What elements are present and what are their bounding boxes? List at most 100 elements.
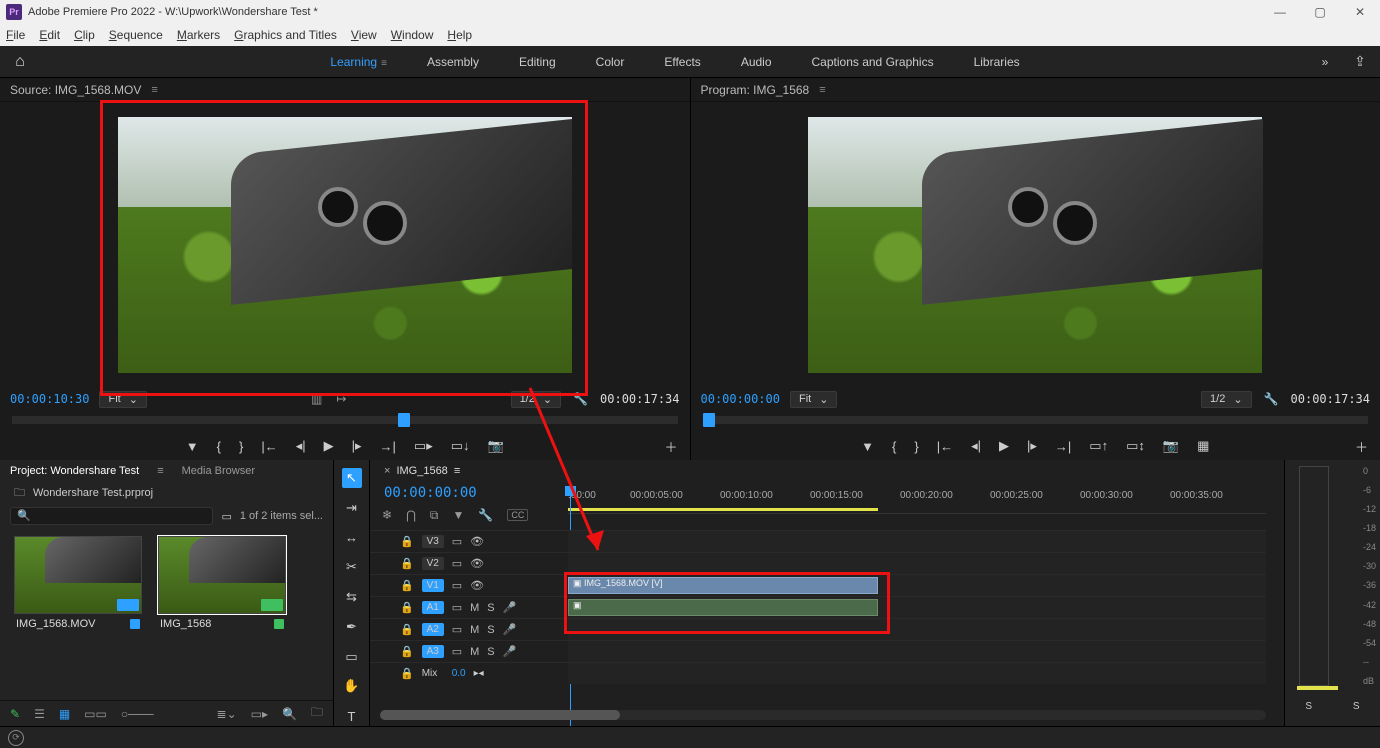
razor-tool[interactable]: ✂ — [342, 557, 362, 577]
workspace-editing[interactable]: Editing — [519, 55, 556, 69]
workspace-captions[interactable]: Captions and Graphics — [812, 55, 934, 69]
menu-file[interactable]: File — [6, 28, 25, 42]
goto-in-icon[interactable]: |← — [261, 439, 277, 454]
slip-tool[interactable]: ⇆ — [342, 587, 362, 607]
tab-project[interactable]: Project: Wondershare Test — [10, 465, 139, 477]
snap-icon[interactable]: ❄ — [382, 508, 392, 522]
sort-icon[interactable]: ≣⌄ — [217, 707, 237, 721]
source-fit-dropdown[interactable]: Fit ⌄ — [99, 391, 146, 408]
share-button[interactable]: ⇪ — [1340, 53, 1380, 70]
program-scrubber[interactable] — [703, 416, 1369, 432]
out-icon[interactable]: } — [239, 439, 243, 454]
timeline-timecode[interactable]: 00:00:00:00 — [384, 485, 477, 501]
menu-view[interactable]: View — [351, 28, 377, 42]
extract-icon[interactable]: ▭↕ — [1126, 438, 1145, 454]
step-fwd-icon[interactable]: |▸ — [1027, 438, 1037, 454]
cc-icon[interactable]: CC — [507, 509, 528, 521]
filter-icon[interactable]: ▭ — [221, 510, 231, 523]
track-a2[interactable] — [568, 619, 1266, 640]
automate-icon[interactable]: ▭▸ — [251, 707, 268, 721]
compare-icon[interactable]: ▦ — [1197, 438, 1209, 454]
window-minimize-button[interactable]: — — [1260, 5, 1300, 19]
workspace-color[interactable]: Color — [596, 55, 625, 69]
workspace-assembly[interactable]: Assembly — [427, 55, 479, 69]
marker-icon[interactable]: ▼ — [861, 439, 874, 454]
step-back-icon[interactable]: ◂| — [296, 438, 306, 454]
timeline-menu-icon[interactable]: ≡ — [454, 465, 460, 477]
program-res-dropdown[interactable]: 1/2 ⌄ — [1201, 391, 1252, 408]
zoom-slider[interactable]: ○─── — [121, 707, 154, 721]
program-menu-icon[interactable]: ≡ — [819, 84, 825, 96]
tab-media-browser[interactable]: Media Browser — [182, 465, 255, 477]
bin-item-2[interactable]: IMG_1568 — [158, 536, 286, 692]
type-tool[interactable]: T — [342, 706, 362, 726]
home-button[interactable]: ⌂ — [0, 53, 40, 71]
step-back-icon[interactable]: ◂| — [971, 438, 981, 454]
in-icon[interactable]: { — [217, 439, 221, 454]
lift-icon[interactable]: ▭↑ — [1089, 438, 1108, 454]
source-insert-icon[interactable]: ↦ — [336, 392, 346, 406]
marker-icon[interactable]: ▼ — [186, 439, 199, 454]
add-btn-icon[interactable]: ＋ — [664, 437, 677, 456]
project-search-input[interactable] — [10, 507, 213, 525]
program-preview[interactable] — [691, 102, 1380, 388]
clip-video[interactable]: ▣ IMG_1568.MOV [V] — [568, 577, 878, 594]
pen-tool[interactable]: ✒ — [342, 617, 362, 637]
timeline-hscroll[interactable] — [380, 710, 1266, 720]
menu-window[interactable]: Window — [391, 28, 434, 42]
window-maximize-button[interactable]: ▢ — [1300, 5, 1340, 19]
new-bin-icon[interactable]: 🗀 — [311, 703, 323, 724]
track-a3[interactable] — [568, 641, 1266, 662]
play-icon[interactable]: ▶ — [324, 438, 334, 454]
source-wrench-icon[interactable]: 🔧 — [573, 392, 588, 406]
source-timecode[interactable]: 00:00:10:30 — [10, 392, 89, 406]
freeform-icon[interactable]: ▭▭ — [84, 707, 107, 721]
program-fit-dropdown[interactable]: Fit ⌄ — [790, 391, 837, 408]
list-view-icon[interactable]: ☰ — [34, 707, 45, 721]
settings-icon[interactable]: 🔧 — [478, 508, 493, 522]
track-v3[interactable] — [568, 531, 1266, 552]
track-v2[interactable] — [568, 553, 1266, 574]
selection-tool[interactable]: ↖ — [342, 468, 362, 488]
cc-sync-icon[interactable]: ⟳ — [8, 730, 24, 746]
menu-sequence[interactable]: Sequence — [109, 28, 163, 42]
rect-tool[interactable]: ▭ — [342, 647, 362, 667]
bin-item-1[interactable]: IMG_1568.MOV — [14, 536, 142, 692]
goto-in-icon[interactable]: |← — [937, 439, 953, 454]
export-frame-icon[interactable]: 📷 — [1163, 438, 1179, 454]
workspace-effects[interactable]: Effects — [664, 55, 700, 69]
track-select-tool[interactable]: ⇥ — [342, 498, 362, 518]
sequence-name[interactable]: IMG_1568 — [396, 465, 447, 477]
menu-edit[interactable]: Edit — [39, 28, 60, 42]
workspace-audio[interactable]: Audio — [741, 55, 772, 69]
find-icon[interactable]: 🔍 — [282, 707, 297, 721]
insert-icon[interactable]: ▭▸ — [414, 438, 433, 454]
track-mix[interactable] — [568, 663, 1266, 684]
ripple-tool[interactable]: ↔ — [342, 528, 362, 548]
step-fwd-icon[interactable]: |▸ — [352, 438, 362, 454]
add-btn-icon[interactable]: ＋ — [1355, 437, 1368, 456]
track-a1[interactable]: ▣ — [568, 597, 1266, 618]
source-res-dropdown[interactable]: 1/2 ⌄ — [511, 391, 562, 408]
magnet-icon[interactable]: ⋂ — [406, 508, 416, 522]
program-timecode[interactable]: 00:00:00:00 — [701, 392, 780, 406]
goto-out-icon[interactable]: →| — [380, 439, 396, 454]
program-wrench-icon[interactable]: 🔧 — [1264, 392, 1279, 406]
source-preview[interactable] — [0, 102, 690, 388]
play-icon[interactable]: ▶ — [999, 438, 1009, 454]
in-icon[interactable]: { — [892, 439, 896, 454]
marker-add-icon[interactable]: ▼ — [452, 508, 464, 522]
project-menu-icon[interactable]: ≡ — [157, 465, 163, 477]
export-frame-icon[interactable]: 📷 — [488, 438, 504, 454]
workspace-overflow[interactable]: » — [1310, 55, 1340, 69]
icon-view-icon[interactable]: ▦ — [59, 707, 70, 721]
linked-sel-icon[interactable]: ⧉ — [430, 508, 439, 523]
solo-right[interactable]: S — [1353, 701, 1360, 712]
solo-left[interactable]: S — [1305, 701, 1312, 712]
out-icon[interactable]: } — [914, 439, 918, 454]
menu-markers[interactable]: Markers — [177, 28, 220, 42]
source-settings-icon[interactable]: ▥ — [311, 392, 322, 406]
menu-clip[interactable]: Clip — [74, 28, 95, 42]
workspace-learning[interactable]: Learning≡ — [330, 55, 387, 69]
menu-help[interactable]: Help — [447, 28, 472, 42]
